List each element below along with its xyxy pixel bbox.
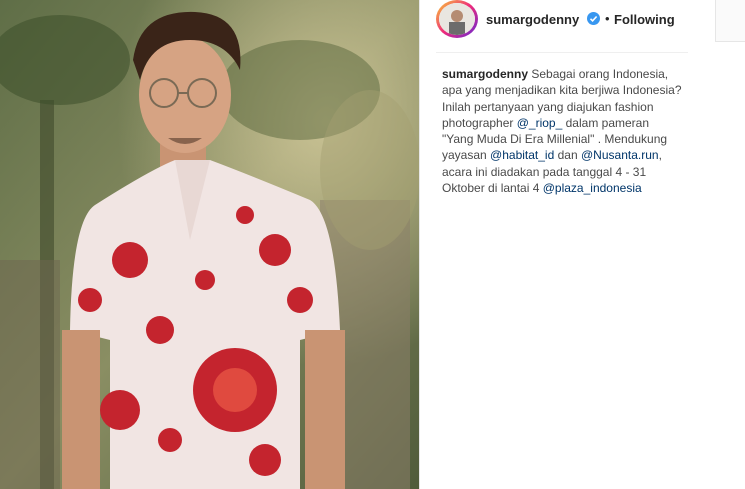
caption-text-3: dan (557, 148, 578, 163)
header-username[interactable]: sumargodenny (486, 12, 579, 27)
verified-badge-icon (587, 12, 600, 25)
profile-avatar[interactable] (436, 0, 478, 38)
separator-dot: • (605, 11, 610, 26)
caption-author[interactable]: sumargodenny (442, 67, 528, 81)
avatar-image (439, 3, 475, 35)
header-divider (436, 52, 688, 53)
post-side-panel: sumargodenny • Following sumargodenny Se… (420, 0, 715, 489)
post-photo[interactable] (0, 0, 419, 489)
following-button[interactable]: Following (614, 12, 675, 27)
mention-riop[interactable]: @_riop_ (517, 116, 563, 130)
post-caption: sumargodenny Sebagai orang Indonesia, ap… (442, 66, 682, 196)
mention-plaza-indonesia[interactable]: @plaza_indonesia (543, 181, 642, 195)
post-header: sumargodenny • Following (420, 0, 715, 44)
mention-habitat-id[interactable]: @habitat_id (490, 148, 554, 162)
right-gutter (715, 0, 745, 489)
right-gutter-box (715, 0, 745, 42)
photo-illustration (0, 0, 419, 489)
mention-nusanta-run[interactable]: @Nusanta.run (581, 148, 659, 162)
